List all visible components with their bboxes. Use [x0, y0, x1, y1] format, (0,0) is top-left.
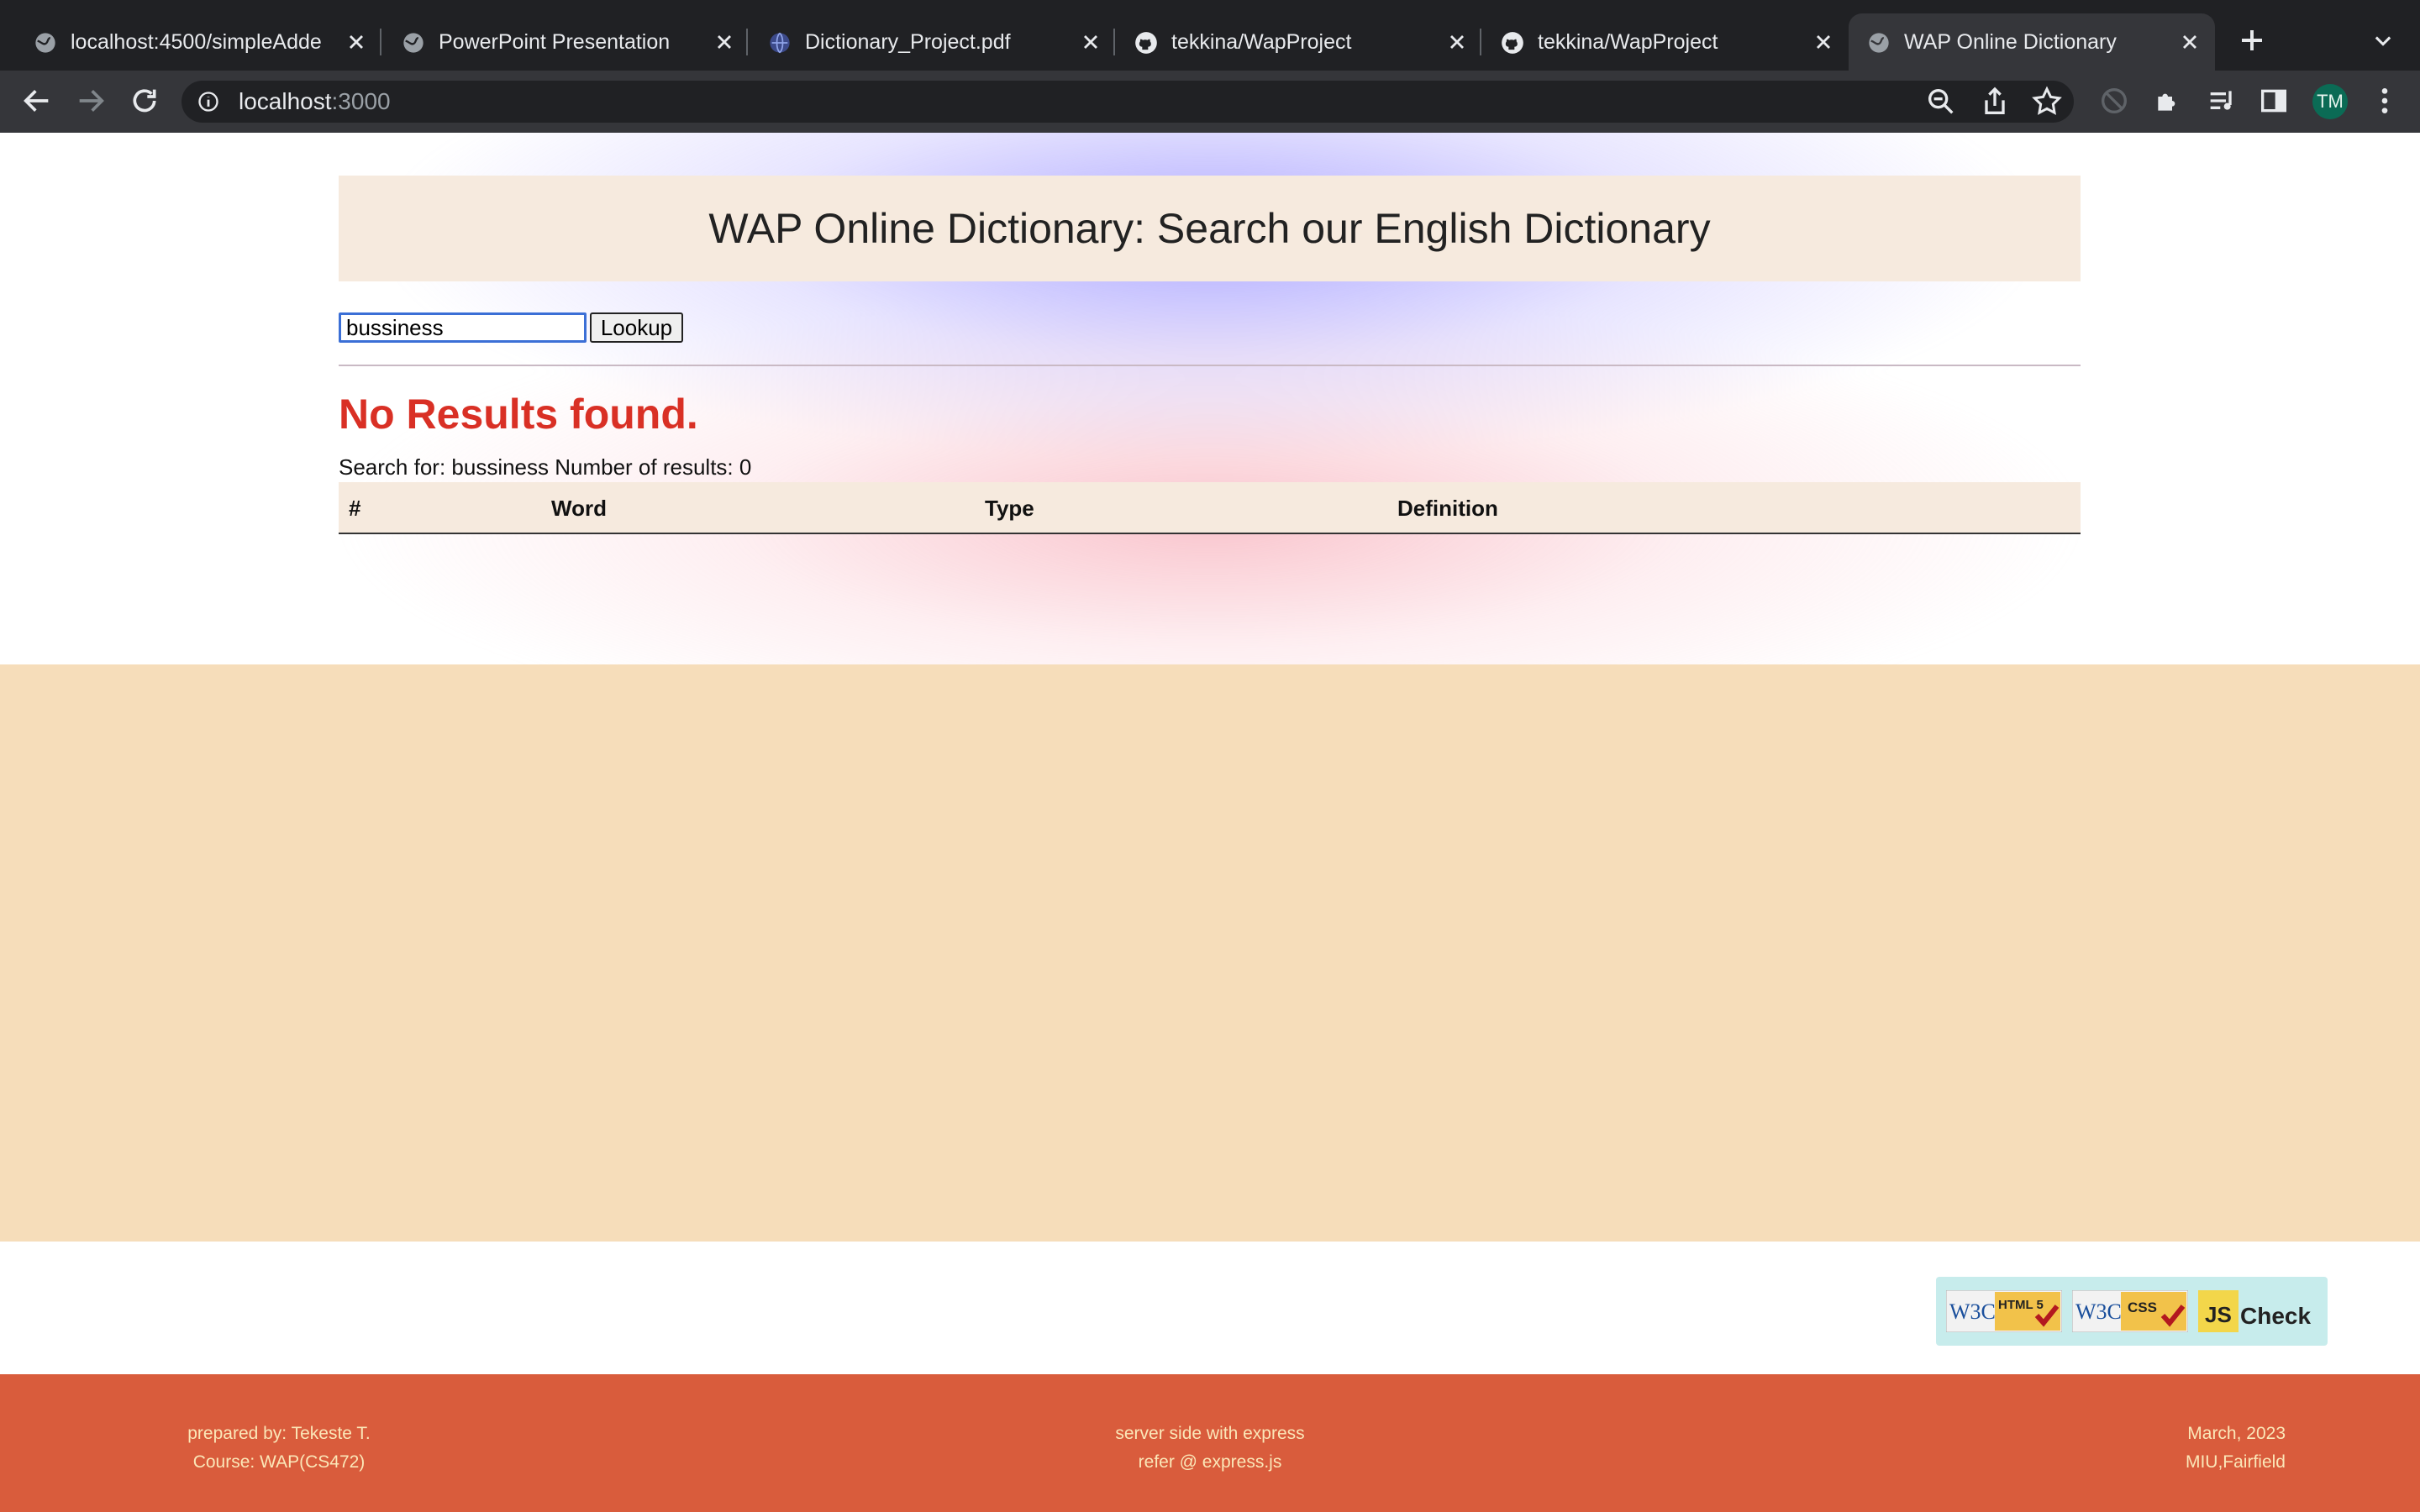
footer-date-location: March, 2023 MIU,Fairfield	[2050, 1420, 2286, 1477]
page-title: WAP Online Dictionary: Search our Englis…	[708, 205, 1711, 252]
tab-title: Dictionary_Project.pdf	[805, 30, 1011, 54]
sync-paused-icon[interactable]	[2097, 84, 2131, 118]
tab-github-1[interactable]: tekkina/WapProject	[1116, 13, 1477, 71]
tab-separator	[1113, 29, 1115, 55]
html5-text: HTML 5	[1998, 1298, 2044, 1312]
css-text: CSS	[2128, 1299, 2157, 1315]
footer-location: MIU,Fairfield	[2185, 1452, 2286, 1472]
globe-icon	[35, 33, 55, 53]
back-arrow-icon[interactable]	[20, 84, 54, 118]
address-host: localhost	[239, 88, 332, 114]
tab-localhost-4500[interactable]: localhost:4500/simpleAdde	[15, 13, 376, 71]
search-input[interactable]	[339, 312, 587, 343]
w3c-html5-badge[interactable]: W3C HTML 5	[1946, 1290, 2062, 1332]
check-text: Check	[2240, 1303, 2311, 1329]
tab-separator	[746, 29, 748, 55]
horizontal-divider	[339, 365, 2081, 366]
footer-date: March, 2023	[2187, 1424, 2286, 1443]
footer-server-side: server side with express	[1115, 1424, 1305, 1443]
pdf-globe-icon	[770, 32, 790, 54]
new-tab-plus-icon[interactable]	[2237, 25, 2267, 55]
tab-separator	[1480, 29, 1481, 55]
address-port: :3000	[331, 88, 391, 114]
footer-course: Course: WAP(CS472)	[192, 1452, 366, 1472]
lookup-button[interactable]: Lookup	[590, 312, 683, 343]
tab-separator	[380, 29, 381, 55]
close-icon[interactable]	[713, 30, 736, 54]
footer-tech: server side with express refer @ express…	[1042, 1420, 1378, 1477]
validation-badges: W3C HTML 5 W3C CSS JS Check	[1936, 1277, 2328, 1346]
js-check-badge[interactable]: JS Check	[2198, 1290, 2317, 1332]
forward-arrow-icon[interactable]	[74, 84, 108, 118]
close-icon[interactable]	[1079, 30, 1102, 54]
close-icon[interactable]	[2178, 30, 2202, 54]
close-icon[interactable]	[345, 30, 368, 54]
globe-icon	[1869, 33, 1889, 53]
tab-title: WAP Online Dictionary	[1904, 30, 2117, 54]
close-icon[interactable]	[1812, 30, 1835, 54]
close-icon[interactable]	[1445, 30, 1469, 54]
column-header-definition: Definition	[1397, 496, 1498, 521]
w3c-css-badge[interactable]: W3C CSS	[2072, 1290, 2188, 1332]
w3c-logo-text: W3C	[1949, 1299, 1996, 1324]
globe-icon	[403, 33, 424, 53]
footer-reference: refer @ express.js	[1138, 1452, 1282, 1472]
footer-prepared-by: prepared by: Tekeste T.	[187, 1424, 371, 1443]
no-results-message: No Results found.	[339, 391, 698, 438]
tab-powerpoint[interactable]: PowerPoint Presentation	[383, 13, 744, 71]
media-playlist-icon[interactable]	[2205, 84, 2238, 118]
footer-author: prepared by: Tekeste T. Course: WAP(CS47…	[168, 1420, 390, 1477]
avatar[interactable]: TM	[2312, 84, 2348, 119]
column-header-word: Word	[551, 496, 607, 521]
results-table-header: # Word Type Definition	[339, 482, 2081, 534]
address-url: localhost:3000	[239, 81, 391, 123]
kebab-menu-icon[interactable]	[2368, 84, 2402, 118]
page-footer: prepared by: Tekeste T. Course: WAP(CS47…	[0, 1374, 2420, 1512]
tab-title: tekkina/WapProject	[1538, 30, 1718, 54]
column-header-index: #	[349, 496, 361, 521]
extensions-puzzle-icon[interactable]	[2151, 84, 2185, 118]
github-icon	[1502, 32, 1523, 54]
chevron-down-icon[interactable]	[2371, 29, 2395, 52]
content-spacer	[0, 664, 2420, 1242]
info-icon[interactable]	[197, 90, 220, 113]
address-bar[interactable]: localhost:3000	[182, 81, 2074, 123]
tab-title: PowerPoint Presentation	[439, 30, 671, 54]
reload-icon[interactable]	[128, 84, 161, 118]
column-header-type: Type	[985, 496, 1034, 521]
zoom-icon[interactable]	[1924, 85, 1958, 118]
page-header: WAP Online Dictionary: Search our Englis…	[339, 176, 2081, 281]
side-panel-icon[interactable]	[2257, 84, 2291, 118]
js-text: JS	[2205, 1302, 2232, 1327]
bookmark-star-icon[interactable]	[2030, 85, 2064, 118]
w3c-logo-text: W3C	[2075, 1299, 2122, 1324]
tab-dictionary-pdf[interactable]: Dictionary_Project.pdf	[750, 13, 1111, 71]
tab-github-2[interactable]: tekkina/WapProject	[1482, 13, 1844, 71]
github-icon	[1135, 32, 1157, 54]
tab-title: tekkina/WapProject	[1171, 30, 1352, 54]
search-summary: Search for: bussiness Number of results:…	[339, 454, 752, 480]
tab-wap-online-dictionary[interactable]: WAP Online Dictionary	[1849, 13, 2215, 71]
tab-title: localhost:4500/simpleAdde	[71, 30, 322, 54]
share-icon[interactable]	[1978, 85, 2012, 118]
